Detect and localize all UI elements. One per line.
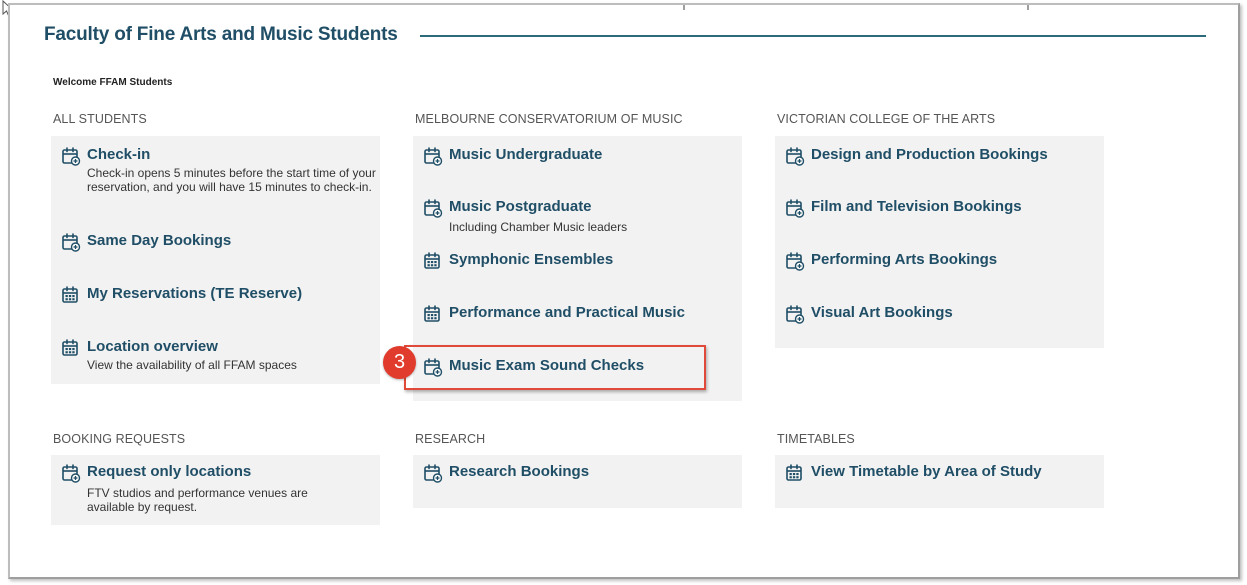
link-request-only-locations[interactable]: Request only locations <box>87 463 251 481</box>
calendar-plus-icon <box>785 251 805 271</box>
group-all-students: Check-in Check-in opens 5 minutes before… <box>51 136 380 384</box>
calendar-grid-icon <box>61 338 81 358</box>
link-symphonic-ensembles[interactable]: Symphonic Ensembles <box>449 251 613 269</box>
link-film-television[interactable]: Film and Television Bookings <box>811 198 1022 216</box>
calendar-plus-icon <box>61 463 81 483</box>
link-visual-art[interactable]: Visual Art Bookings <box>811 304 953 322</box>
annotation-highlight-box <box>404 345 706 390</box>
link-performing-arts[interactable]: Performing Arts Bookings <box>811 251 997 269</box>
card-check-in[interactable]: Check-in Check-in opens 5 minutes before… <box>51 136 380 224</box>
link-check-in[interactable]: Check-in <box>87 146 150 164</box>
section-heading-all-students: ALL STUDENTS <box>53 112 147 126</box>
calendar-plus-icon <box>785 146 805 166</box>
section-heading-conservatorium: MELBOURNE CONSERVATORIUM OF MUSIC <box>415 112 683 126</box>
card-music-undergraduate[interactable]: Music Undergraduate <box>413 136 742 189</box>
calendar-grid-icon <box>423 304 443 324</box>
card-film-television[interactable]: Film and Television Bookings <box>775 189 1104 242</box>
link-view-timetable[interactable]: View Timetable by Area of Study <box>811 463 1042 481</box>
link-research-bookings[interactable]: Research Bookings <box>449 463 589 481</box>
calendar-grid-icon <box>61 285 81 305</box>
calendar-plus-icon <box>61 232 81 252</box>
request-only-description: FTV studios and performance venues are a… <box>87 486 308 514</box>
card-visual-art[interactable]: Visual Art Bookings <box>775 295 1104 348</box>
link-same-day-bookings[interactable]: Same Day Bookings <box>87 232 231 250</box>
calendar-plus-icon <box>785 198 805 218</box>
link-location-overview[interactable]: Location overview <box>87 338 218 356</box>
card-same-day-bookings[interactable]: Same Day Bookings <box>51 224 380 277</box>
calendar-plus-icon <box>423 463 443 483</box>
card-design-production[interactable]: Design and Production Bookings <box>775 136 1104 189</box>
calendar-grid-icon <box>423 251 443 271</box>
music-postgraduate-description: Including Chamber Music leaders <box>449 220 628 234</box>
group-vca: Design and Production Bookings Film and … <box>775 136 1104 348</box>
card-my-reservations[interactable]: My Reservations (TE Reserve) <box>51 277 380 330</box>
page-header: Faculty of Fine Arts and Music Students <box>44 22 1206 48</box>
annotation-step-badge: 3 <box>383 346 416 379</box>
section-heading-booking-requests: BOOKING REQUESTS <box>53 432 186 446</box>
page-title: Faculty of Fine Arts and Music Students <box>44 24 398 45</box>
title-divider <box>419 35 1206 37</box>
location-overview-description: View the availability of all FFAM spaces <box>87 358 297 372</box>
calendar-plus-icon <box>423 146 443 166</box>
card-symphonic-ensembles[interactable]: Symphonic Ensembles <box>413 242 742 295</box>
calendar-plus-icon <box>423 198 443 218</box>
section-heading-vca: VICTORIAN COLLEGE OF THE ARTS <box>777 112 996 126</box>
link-music-postgraduate[interactable]: Music Postgraduate <box>449 198 592 216</box>
card-view-timetable[interactable]: View Timetable by Area of Study <box>775 455 1104 508</box>
card-performance-practical-music[interactable]: Performance and Practical Music <box>413 295 742 348</box>
card-performing-arts[interactable]: Performing Arts Bookings <box>775 242 1104 295</box>
card-research-bookings[interactable]: Research Bookings <box>413 455 742 508</box>
group-timetables: View Timetable by Area of Study <box>775 455 1104 508</box>
group-research: Research Bookings <box>413 455 742 508</box>
link-my-reservations[interactable]: My Reservations (TE Reserve) <box>87 285 302 303</box>
link-design-production[interactable]: Design and Production Bookings <box>811 146 1048 164</box>
link-music-undergraduate[interactable]: Music Undergraduate <box>449 146 602 164</box>
calendar-grid-icon <box>785 463 805 483</box>
calendar-plus-icon <box>785 304 805 324</box>
welcome-text: Welcome FFAM Students <box>53 77 173 88</box>
card-location-overview[interactable]: Location overview View the availability … <box>51 330 380 383</box>
check-in-description: Check-in opens 5 minutes before the star… <box>87 166 376 194</box>
section-heading-timetables: TIMETABLES <box>777 432 855 446</box>
section-heading-research: RESEARCH <box>415 432 486 446</box>
group-booking-requests: Request only locations FTV studios and p… <box>51 455 380 525</box>
card-music-postgraduate[interactable]: Music Postgraduate Including Chamber Mus… <box>413 189 742 242</box>
calendar-plus-icon <box>61 146 81 166</box>
card-request-only-locations[interactable]: Request only locations FTV studios and p… <box>51 455 380 525</box>
link-performance-practical-music[interactable]: Performance and Practical Music <box>449 304 685 322</box>
